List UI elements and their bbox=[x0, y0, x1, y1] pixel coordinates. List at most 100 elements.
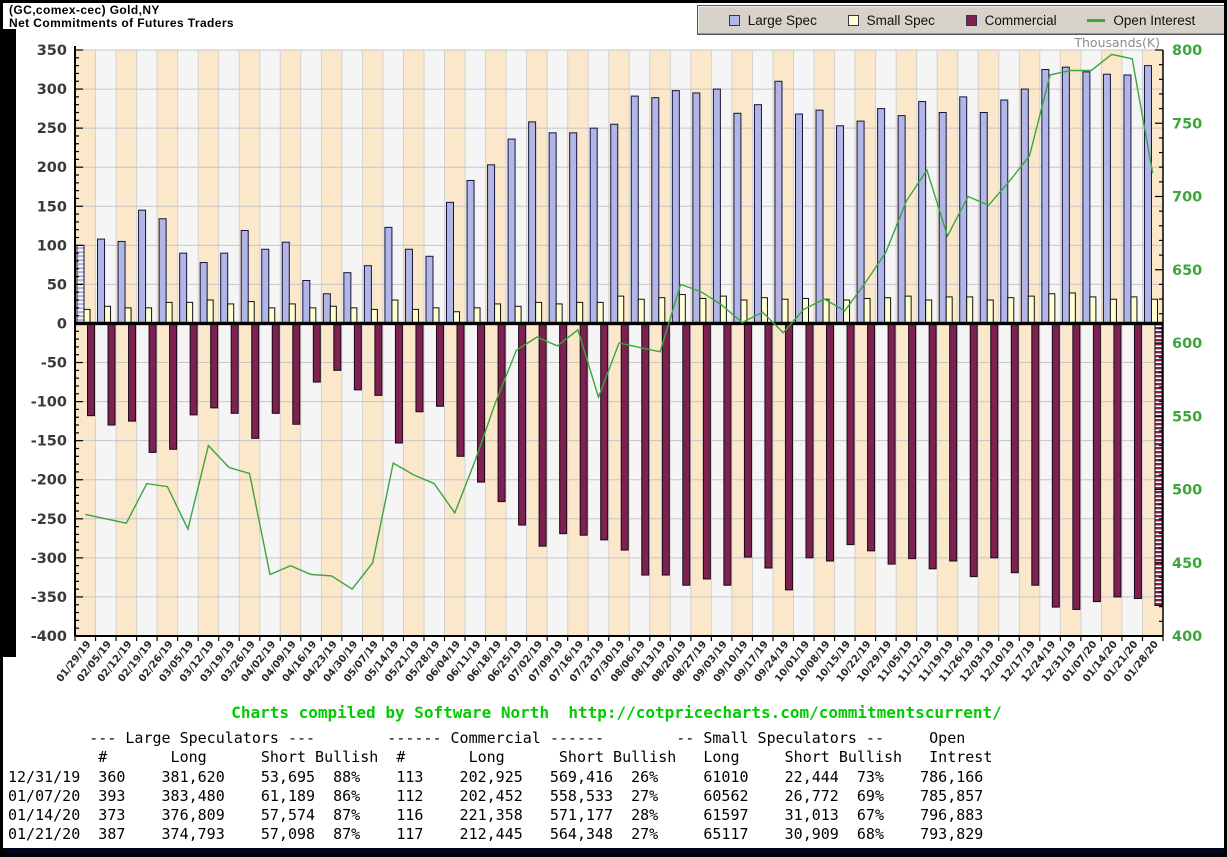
right-axis-tick-label: 400 bbox=[1172, 629, 1202, 645]
large-spec-bar bbox=[405, 249, 412, 323]
commercial-bar bbox=[1114, 323, 1121, 596]
commercial-bar bbox=[375, 323, 382, 395]
small-spec-bar bbox=[289, 304, 295, 324]
small-spec-bar bbox=[351, 308, 357, 324]
small-spec-bar bbox=[412, 309, 418, 323]
left-axis-tick-label: 350 bbox=[37, 43, 67, 59]
small-spec-bar bbox=[967, 297, 973, 324]
large-spec-bar bbox=[282, 242, 289, 323]
small-spec-bar bbox=[1008, 298, 1014, 324]
left-axis-tick-label: 0 bbox=[57, 316, 67, 332]
large-spec-bar bbox=[139, 210, 146, 323]
commercial-bar bbox=[190, 323, 197, 414]
small-spec-bar bbox=[166, 302, 172, 323]
small-spec-bar bbox=[536, 302, 542, 323]
left-axis-tick-label: 150 bbox=[37, 199, 67, 215]
small-spec-bar bbox=[125, 308, 131, 324]
small-spec-bar bbox=[330, 306, 336, 323]
commercial-bar bbox=[211, 323, 218, 407]
commercial-bar bbox=[498, 323, 505, 501]
small-spec-bar bbox=[392, 300, 398, 323]
large-spec-bar bbox=[467, 180, 474, 323]
large-spec-bar bbox=[919, 102, 926, 324]
commercial-bar bbox=[765, 323, 772, 568]
small-spec-bar bbox=[844, 300, 850, 323]
left-axis-tick-label: -50 bbox=[41, 356, 67, 372]
small-spec-bar bbox=[577, 302, 583, 323]
small-spec-bar bbox=[248, 302, 254, 324]
small-spec-bar bbox=[1069, 293, 1075, 323]
commercial-bar bbox=[231, 323, 238, 413]
commercial-bar bbox=[149, 323, 156, 452]
large-spec-bar bbox=[180, 253, 187, 323]
bottom-border-strip bbox=[3, 848, 1227, 854]
commercial-bar bbox=[272, 323, 279, 413]
large-spec-bar bbox=[1144, 66, 1151, 324]
commercial-bar bbox=[950, 323, 957, 561]
large-spec-bar bbox=[529, 122, 536, 324]
large-spec-bar bbox=[241, 230, 248, 323]
commercial-bar bbox=[888, 323, 895, 564]
large-spec-bar bbox=[323, 294, 330, 324]
commercial-bar bbox=[560, 323, 567, 533]
large-spec-bar bbox=[631, 96, 638, 323]
large-spec-bar bbox=[364, 266, 371, 324]
small-spec-bar bbox=[1090, 297, 1096, 324]
large-spec-bar bbox=[734, 113, 741, 323]
cot-data-table: --- Large Speculators --- ------ Commerc… bbox=[8, 729, 992, 857]
small-spec-bar bbox=[802, 298, 808, 323]
large-spec-bar bbox=[672, 91, 679, 324]
large-spec-bar bbox=[837, 126, 844, 324]
large-spec-bar bbox=[303, 280, 310, 323]
large-spec-bar bbox=[713, 89, 720, 323]
left-axis-tick-label: -300 bbox=[31, 551, 67, 567]
large-spec-bar bbox=[221, 253, 228, 323]
commercial-bar bbox=[129, 323, 136, 421]
large-spec-bar bbox=[939, 113, 946, 324]
small-spec-bar bbox=[905, 296, 911, 323]
large-spec-bar bbox=[488, 165, 495, 324]
large-spec-bar bbox=[816, 110, 823, 323]
commercial-bar bbox=[1134, 323, 1141, 598]
small-spec-bar bbox=[454, 312, 460, 324]
large-spec-bar bbox=[385, 227, 392, 323]
commercial-bar bbox=[1011, 323, 1018, 572]
large-spec-bar bbox=[1103, 74, 1110, 323]
large-spec-bar bbox=[1124, 75, 1131, 323]
right-axis-title: Thousands(K) bbox=[1073, 35, 1160, 50]
commercial-bar bbox=[970, 323, 977, 576]
large-spec-bar bbox=[652, 98, 659, 324]
commercial-bar bbox=[642, 323, 649, 575]
right-axis-tick-label: 550 bbox=[1172, 409, 1202, 425]
commercial-bar bbox=[436, 323, 443, 406]
commercial-bar bbox=[539, 323, 546, 546]
large-spec-bar bbox=[775, 81, 782, 323]
commercial-bar bbox=[909, 323, 916, 558]
small-spec-bar bbox=[700, 298, 706, 323]
small-spec-bar bbox=[638, 299, 644, 323]
small-spec-bar bbox=[618, 296, 624, 323]
right-axis-tick-label: 750 bbox=[1172, 116, 1202, 132]
left-axis-tick-label: 200 bbox=[37, 160, 67, 176]
right-axis-labels: 800750700650600550500450400 bbox=[1172, 43, 1202, 645]
commercial-bar bbox=[703, 323, 710, 578]
left-axis-tick-label: -250 bbox=[31, 512, 67, 528]
small-spec-bar bbox=[659, 298, 665, 324]
small-spec-bar bbox=[679, 295, 685, 324]
left-axis-tick-label: 50 bbox=[47, 277, 67, 293]
commercial-bar bbox=[724, 323, 731, 585]
commercial-bar bbox=[170, 323, 177, 449]
commercial-bar bbox=[252, 323, 259, 438]
small-spec-bar bbox=[1110, 299, 1116, 323]
large-spec-bar bbox=[878, 109, 885, 324]
small-spec-bar bbox=[105, 306, 111, 323]
net-commitments-chart: 350300250200150100500-50-100-150-200-250… bbox=[3, 3, 1227, 703]
large-spec-bar bbox=[754, 105, 761, 324]
left-axis-tick-label: -400 bbox=[31, 629, 67, 645]
commercial-bar bbox=[1032, 323, 1039, 585]
large-spec-bar bbox=[447, 202, 454, 323]
large-spec-bar bbox=[262, 249, 269, 323]
small-spec-bar bbox=[864, 298, 870, 323]
small-spec-bar bbox=[207, 300, 213, 323]
commercial-bar bbox=[334, 323, 341, 370]
